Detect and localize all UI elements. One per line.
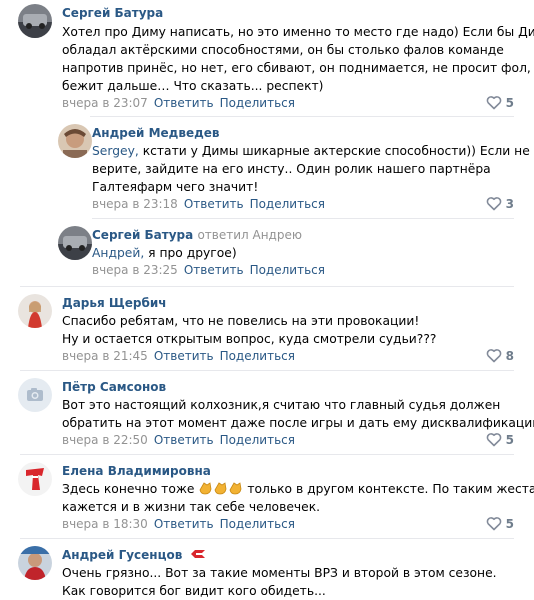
comment-text-line: напротив принёс, но нет, его сбивают, он… [62, 61, 531, 75]
comment-text-line: Галтеяфарм чего значит! [92, 180, 259, 194]
separator [20, 370, 514, 371]
reply-link[interactable]: Ответить [154, 96, 214, 110]
avatar[interactable] [58, 124, 92, 158]
comment-text-line: верите, зайдите на его инсту.. Один роли… [92, 162, 491, 176]
replied-to[interactable]: ответил Андрею [197, 228, 302, 242]
comment-time[interactable]: вчера в 22:50 [62, 433, 148, 447]
comment-text-line: обладал актёрскими способностями, он бы … [62, 43, 504, 57]
comment-time[interactable]: вчера в 21:45 [62, 349, 148, 363]
comment-author[interactable]: Елена Владимировна [62, 464, 211, 478]
avatar[interactable] [18, 4, 52, 38]
comment-text-line: Очень грязно... Вот за такие моменты ВРЗ… [62, 566, 497, 580]
avatar[interactable] [18, 294, 52, 328]
reply-link[interactable]: Ответить [184, 263, 244, 277]
comment-meta: вчера в 18:30 Ответить Поделиться [62, 517, 295, 531]
comment-time[interactable]: вчера в 23:18 [92, 197, 178, 211]
like-count: 8 [505, 349, 514, 363]
separator [20, 286, 514, 287]
comment-text-line: Андрей, я про другое) [92, 244, 237, 262]
separator [20, 454, 514, 455]
like-count: 5 [505, 517, 514, 531]
comment-text-line: Ну и остается открытым вопрос, куда смот… [62, 332, 437, 346]
mention-link[interactable]: Sergey, [92, 144, 139, 158]
comment-text: Здесь конечно тоже [62, 482, 199, 496]
comment-meta: вчера в 23:25 Ответить Поделиться [92, 263, 325, 277]
comment-author: Сергей Батура ответил Андрею [92, 228, 302, 242]
comment-meta: вчера в 21:45 Ответить Поделиться [62, 349, 295, 363]
reply-link[interactable]: Ответить [184, 197, 244, 211]
comment-text-line: бежит дальше… Что сказать... респект) [62, 79, 324, 93]
comment-time[interactable]: вчера в 23:25 [92, 263, 178, 277]
share-link[interactable]: Поделиться [250, 197, 325, 211]
share-link[interactable]: Поделиться [220, 517, 295, 531]
comment-author[interactable]: Сергей Батура [62, 6, 163, 20]
avatar[interactable] [18, 546, 52, 580]
like-button[interactable]: 5 [486, 95, 514, 110]
share-link[interactable]: Поделиться [220, 96, 295, 110]
reply-link[interactable]: Ответить [154, 349, 214, 363]
like-button[interactable]: 3 [486, 196, 514, 211]
comment-author: Андрей Гусенцов [62, 548, 206, 562]
like-count: 5 [505, 96, 514, 110]
comment-text-line: Вот это настоящий колхозник,я считаю что… [62, 398, 501, 412]
comment-text-line: Как говорится бог видит кого обидеть... [62, 584, 326, 598]
comment-text-line: Здесь конечно тоже только в другом конте… [62, 480, 534, 498]
share-link[interactable]: Поделиться [220, 349, 295, 363]
avatar[interactable] [18, 462, 52, 496]
like-count: 3 [505, 197, 514, 211]
like-button[interactable]: 5 [486, 432, 514, 447]
comment-time[interactable]: вчера в 23:07 [62, 96, 148, 110]
heart-icon [486, 433, 501, 447]
comment-author[interactable]: Пётр Самсонов [62, 380, 166, 394]
reply-link[interactable]: Ответить [154, 433, 214, 447]
comment-time[interactable]: вчера в 18:30 [62, 517, 148, 531]
share-link[interactable]: Поделиться [250, 263, 325, 277]
reply-link[interactable]: Ответить [154, 517, 214, 531]
comment-meta: вчера в 23:18 Ответить Поделиться [92, 197, 325, 211]
heart-icon [486, 349, 501, 363]
comment-text-line: Sergey, кстати у Димы шикарные актерские… [92, 142, 530, 160]
comment-author[interactable]: Дарья Щербич [62, 296, 167, 310]
comment-text-line: кажется и в жизни так себе человечек. [62, 500, 321, 514]
comment-text-line: Спасибо ребятам, что не повелись на эти … [62, 314, 420, 328]
club-badge-icon [190, 550, 205, 558]
comment-meta: вчера в 23:07 Ответить Поделиться [62, 96, 295, 110]
separator [20, 538, 514, 539]
comment-author[interactable]: Андрей Медведев [92, 126, 220, 140]
comment-text: я про другое) [144, 246, 237, 260]
author-name[interactable]: Сергей Батура [92, 228, 193, 242]
avatar[interactable] [58, 226, 92, 260]
share-link[interactable]: Поделиться [220, 433, 295, 447]
author-name[interactable]: Андрей Гусенцов [62, 548, 182, 562]
heart-icon [486, 96, 501, 110]
like-button[interactable]: 5 [486, 516, 514, 531]
heart-icon [486, 197, 501, 211]
comment-meta: вчера в 22:50 Ответить Поделиться [62, 433, 295, 447]
avatar[interactable] [18, 378, 52, 412]
comment-text: только в другом контексте. По таким жест… [243, 482, 534, 496]
heart-icon [486, 517, 501, 531]
mention-link[interactable]: Андрей, [92, 246, 144, 260]
like-count: 5 [505, 433, 514, 447]
clapping-hands-icon [198, 482, 243, 496]
comment-text: кстати у Димы шикарные актерские способн… [138, 144, 530, 158]
separator [92, 218, 514, 219]
comment-text-line: Хотел про Диму написать, но это именно т… [62, 25, 534, 39]
separator [90, 116, 514, 117]
comment-text-line: обратить на этот момент даже после игры … [62, 416, 534, 430]
like-button[interactable]: 8 [486, 348, 514, 363]
